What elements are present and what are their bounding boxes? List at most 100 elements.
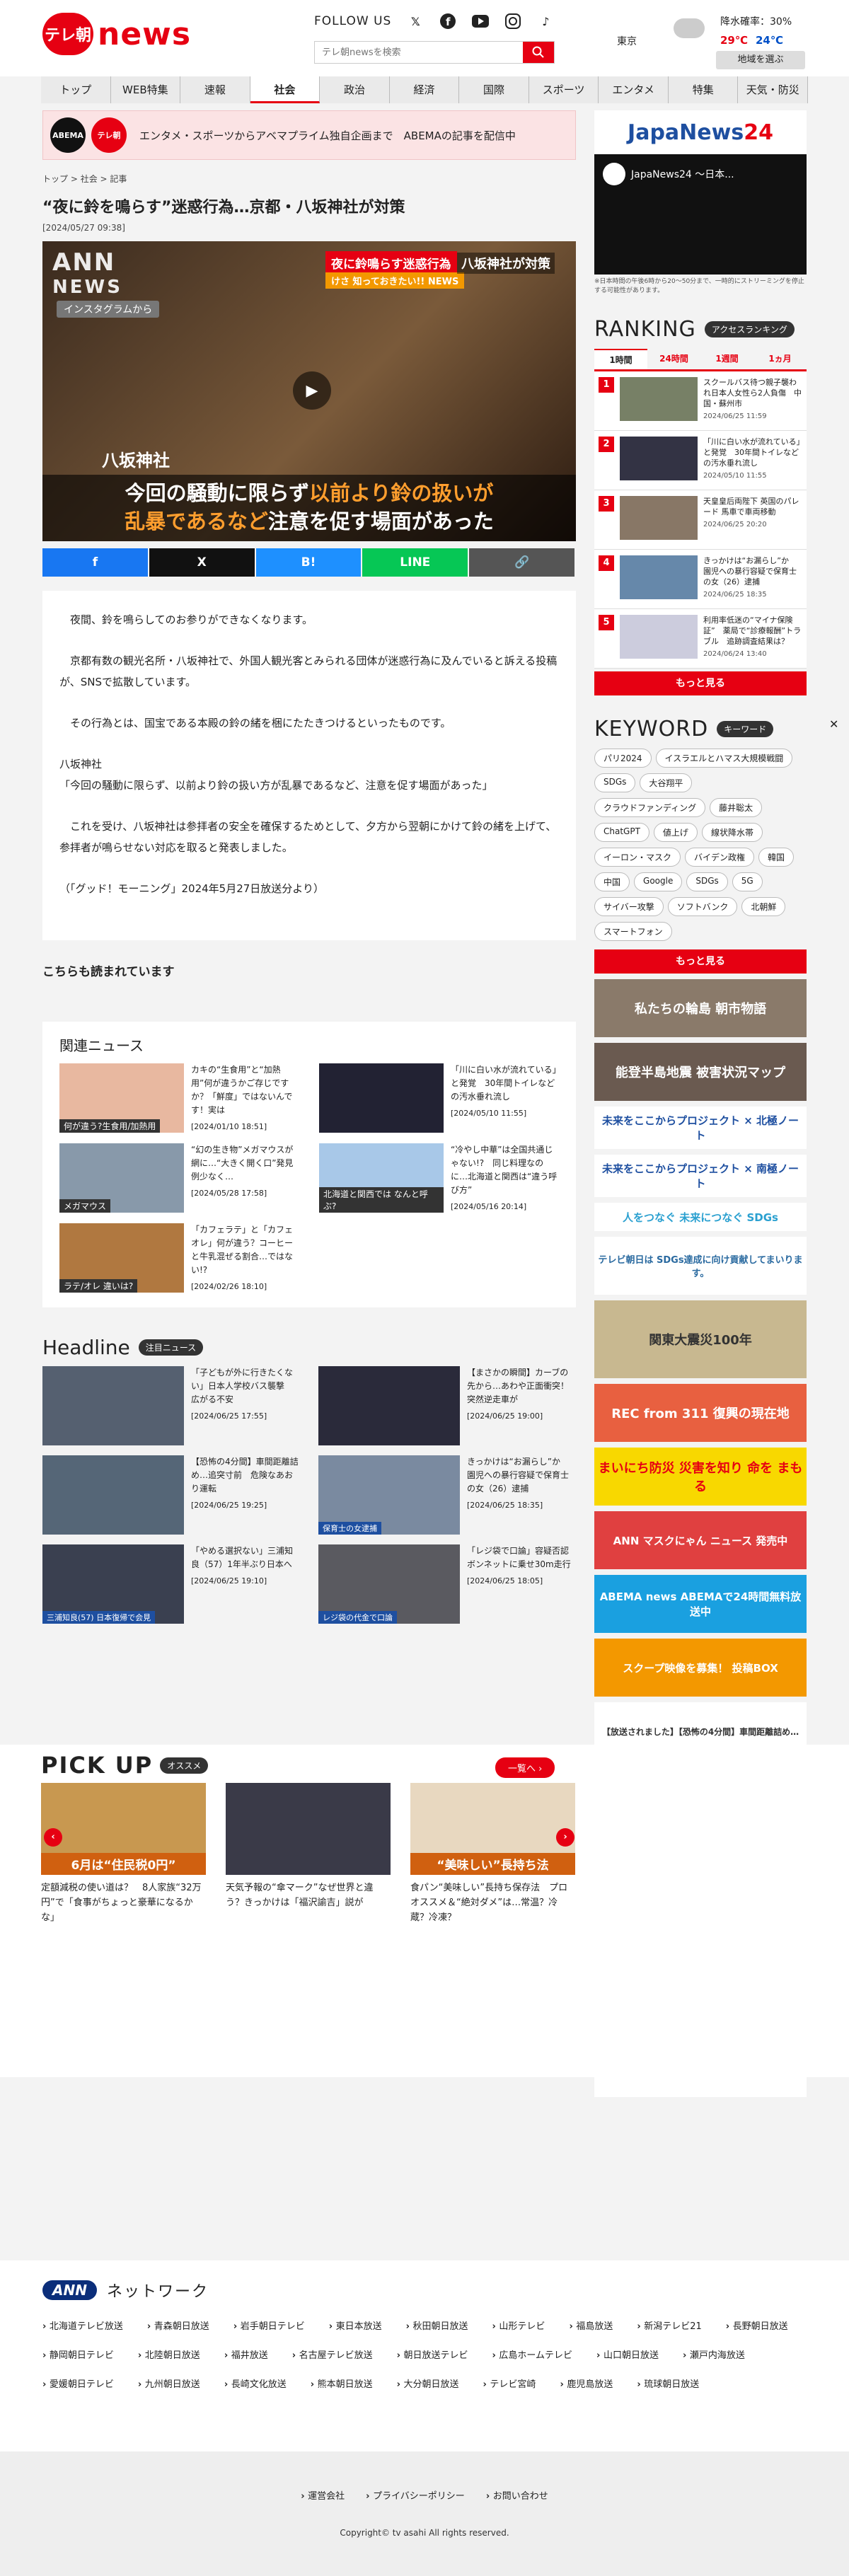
pickup-prev-arrow[interactable]: ‹ — [44, 1828, 62, 1847]
keyword-tag[interactable]: クラウドファンディング — [594, 798, 706, 817]
ann-link[interactable]: 北陸朝日放送 — [138, 2347, 200, 2361]
keyword-tag[interactable]: SDGs — [686, 872, 728, 891]
keyword-tag[interactable]: ChatGPT — [594, 823, 649, 842]
ann-link[interactable]: 九州朝日放送 — [138, 2376, 200, 2390]
side-banner[interactable]: 関東大震災100年 — [594, 1300, 807, 1378]
keyword-tag[interactable]: ソフトバンク — [667, 897, 738, 916]
japanews24-video[interactable]: JapaNews24 ～日本... — [594, 154, 807, 275]
nav-item[interactable]: トップ — [41, 76, 111, 103]
share-line-button[interactable]: LINE — [362, 548, 468, 577]
nav-item[interactable]: 経済 — [389, 76, 460, 103]
ann-link[interactable]: 熊本朝日放送 — [311, 2376, 373, 2390]
keyword-tag[interactable]: 北朝鮮 — [741, 897, 786, 916]
nav-item[interactable]: 天気・防災 — [738, 76, 809, 103]
keyword-tag[interactable]: 韓国 — [758, 848, 795, 867]
ann-link[interactable]: 東日本放送 — [329, 2318, 382, 2332]
nav-item[interactable]: 速報 — [180, 76, 250, 103]
ranking-tab[interactable]: 1時間 — [594, 349, 647, 369]
keyword-tag[interactable]: イスラエルとハマス大規模戦闘 — [655, 749, 793, 768]
related-item[interactable]: 「川に白い水が流れている」と発覚 30年間トイレなどの汚水垂れ流し [2024/0… — [319, 1063, 559, 1133]
breadcrumb-society[interactable]: 社会 — [81, 174, 98, 184]
keyword-tag[interactable]: 線状降水帯 — [701, 823, 763, 842]
side-banner[interactable]: 私たちの輪島 朝市物語 — [594, 979, 807, 1037]
ranking-item[interactable]: 5 利用率低迷の“マイナ保険証” 薬局で“診療報酬”トラブル 追跡調査結果は？ 20… — [594, 609, 807, 669]
headline-item[interactable]: レジ袋の代金で口論 「レジ袋で口論」容疑否認 ボンネットに乗せ30m走行 [2024… — [318, 1544, 576, 1624]
ranking-tab[interactable]: 1週間 — [700, 349, 753, 369]
ann-link[interactable]: 静岡朝日テレビ — [42, 2347, 114, 2361]
related-item[interactable]: 何が違う?生食用/加熱用 カキの“生食用”と“加熱用”何が違うかご存じですか？「鮮… — [59, 1063, 299, 1133]
abema-banner[interactable]: ABEMA テレ朝 エンタメ・スポーツからアベマプライム独自企画まで ABEMA… — [42, 110, 576, 160]
ann-link[interactable]: 鹿児島放送 — [560, 2376, 613, 2390]
ann-link[interactable]: 大分朝日放送 — [397, 2376, 459, 2390]
side-banner[interactable]: スクープ映像を募集！ 投稿BOX — [594, 1639, 807, 1697]
ann-link[interactable]: 秋田朝日放送 — [406, 2318, 468, 2332]
share-x-button[interactable]: X — [149, 548, 255, 577]
ranking-more-button[interactable]: もっと見る — [594, 671, 807, 695]
nav-item[interactable]: エンタメ — [599, 76, 669, 103]
related-item[interactable]: メガマウス “幻の生き物”メガマウスが網に…“大きく開く口”発見例少なく… [202… — [59, 1143, 299, 1213]
nav-item[interactable]: 社会 — [250, 76, 320, 103]
nav-item[interactable]: WEB特集 — [110, 76, 181, 103]
side-banner[interactable]: 人をつなぐ 未来につなぐ SDGs — [594, 1203, 807, 1231]
x-icon[interactable]: 𝕏 — [407, 13, 424, 30]
ranking-tab[interactable]: 1ヵ月 — [753, 349, 807, 369]
footer-link[interactable]: お問い合わせ — [486, 2488, 548, 2502]
footer-link[interactable]: 運営会社 — [301, 2488, 345, 2502]
keyword-tag[interactable]: 中国 — [594, 872, 630, 891]
tiktok-icon[interactable]: ♪ — [537, 13, 554, 30]
nav-item[interactable]: 国際 — [459, 76, 529, 103]
ann-link[interactable]: 福井放送 — [224, 2347, 268, 2361]
ranking-item[interactable]: 1 スクールバス待つ親子襲われ日本人女性ら2人負傷 中国・蘇州市 2024/06/2… — [594, 371, 807, 431]
pickup-item[interactable]: 6月は“住民税0円” 定額減税の使い道は？ 8人家族“32万円”で「食事がちょっと… — [41, 1783, 206, 1925]
ann-link[interactable]: 長崎文化放送 — [224, 2376, 287, 2390]
keyword-tag[interactable]: 大谷翔平 — [640, 773, 693, 792]
ranking-item[interactable]: 4 きっかけは“お漏らし”か 園児への暴行容疑で保育士の女（26）逮捕 2024/0… — [594, 550, 807, 609]
instagram-icon[interactable] — [504, 13, 521, 30]
japanews24-logo[interactable]: JapaNews 24 — [594, 110, 807, 154]
ann-link[interactable]: 琉球朝日放送 — [637, 2376, 699, 2390]
ann-link[interactable]: テレビ宮崎 — [483, 2376, 536, 2390]
side-banner[interactable]: 未来をここからプロジェクト × 北極ノート — [594, 1107, 807, 1149]
side-banner[interactable]: ANN マスクにゃん ニュース 発売中 — [594, 1511, 807, 1569]
region-select-button[interactable]: 地域を選ぶ — [716, 51, 805, 69]
nav-item[interactable]: 特集 — [668, 76, 739, 103]
side-banner[interactable]: 能登半島地震 被害状況マップ — [594, 1043, 807, 1101]
site-logo[interactable]: テレ朝 news — [42, 13, 191, 55]
ann-link[interactable]: 長野朝日放送 — [726, 2318, 788, 2332]
ranking-tab[interactable]: 24時間 — [647, 349, 700, 369]
keyword-tag[interactable]: サイバー攻撃 — [594, 897, 664, 916]
headline-item[interactable]: 三浦知良(57) 日本復帰で会見 「やめる選択ない」三浦知良（57）1年半ぶり日本… — [42, 1544, 300, 1624]
pickup-item[interactable]: 天気予報の“傘マーク”なぜ世界と違う？きっかけは「福沢諭吉」説が — [226, 1783, 391, 1925]
search-input[interactable] — [315, 42, 523, 63]
footer-link[interactable]: プライバシーポリシー — [366, 2488, 465, 2502]
pickup-all-button[interactable]: 一覧へ › — [495, 1757, 555, 1778]
pickup-item[interactable]: “美味しい”長持ち法 食パン“美味しい”長持ち保存法 プロオススメ＆“絶対ダメ”は… — [410, 1783, 575, 1925]
ann-link[interactable]: 福島放送 — [569, 2318, 613, 2332]
keyword-tag[interactable]: 5G — [732, 872, 763, 891]
facebook-icon[interactable]: f — [439, 13, 456, 30]
ann-link[interactable]: 瀬戸内海放送 — [683, 2347, 745, 2361]
close-icon[interactable]: ✕ — [829, 717, 838, 731]
ann-link[interactable]: 名古屋テレビ放送 — [292, 2347, 373, 2361]
headline-item[interactable]: 【恐怖の4分間】車間距離詰め…追突寸前 危険なあおり運転 [2024/06/25 … — [42, 1455, 300, 1535]
share-hatena-button[interactable]: B! — [255, 548, 362, 577]
play-icon[interactable]: ▶ — [293, 371, 331, 410]
copy-link-button[interactable]: 🔗 — [469, 548, 574, 577]
share-facebook-button[interactable]: f — [42, 548, 148, 577]
ann-link[interactable]: 北海道テレビ放送 — [42, 2318, 123, 2332]
side-banner[interactable]: テレビ朝日は SDGs達成に向け貢献してまいります。 — [594, 1237, 807, 1295]
keyword-tag[interactable]: スマートフォン — [594, 922, 672, 941]
headline-item[interactable]: 「子どもが外に行きたくない」日本人学校バス襲撃 広がる不安 [2024/06/25… — [42, 1366, 300, 1445]
breadcrumb-top[interactable]: トップ — [42, 174, 68, 184]
ann-link[interactable]: 岩手朝日テレビ — [233, 2318, 305, 2332]
ranking-item[interactable]: 2 「川に白い水が流れている」と発覚 30年間トイレなどの汚水垂れ流し 2024/0… — [594, 431, 807, 490]
keyword-tag[interactable]: パリ2024 — [594, 749, 652, 768]
ann-link[interactable]: 山口朝日放送 — [596, 2347, 659, 2361]
keyword-more-button[interactable]: もっと見る — [594, 949, 807, 974]
related-item[interactable]: 北海道と関西では なんと呼ぶ? “冷やし中華”は全国共通じゃない!? 同じ料理なの… — [319, 1143, 559, 1213]
keyword-tag[interactable]: SDGs — [594, 773, 636, 792]
side-banner[interactable]: 未来をここからプロジェクト × 南極ノート — [594, 1155, 807, 1197]
pickup-next-arrow[interactable]: › — [556, 1828, 574, 1847]
youtube-icon[interactable] — [472, 13, 490, 30]
video-player[interactable]: ANN NEWS インスタグラムから 夜に鈴鳴らす迷惑行為 けさ 知っておきたい… — [42, 241, 576, 541]
